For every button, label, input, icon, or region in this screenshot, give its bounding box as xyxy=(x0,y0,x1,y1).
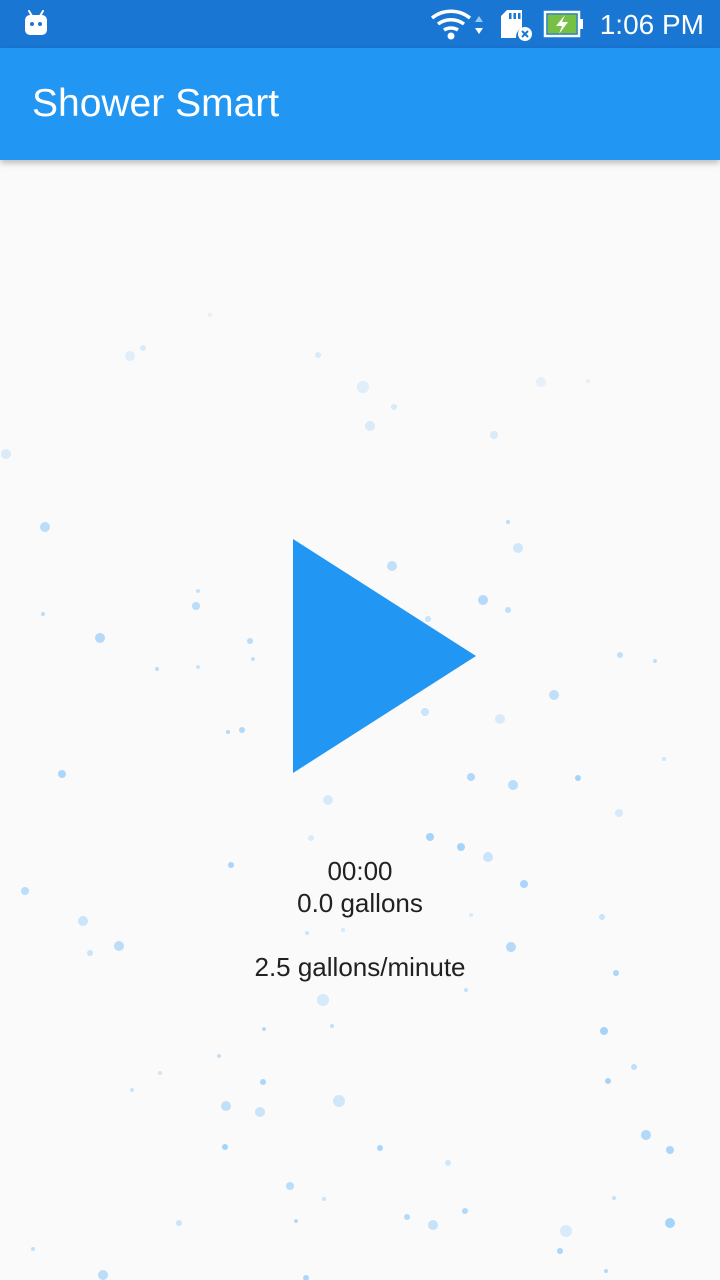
water-droplet xyxy=(155,667,159,671)
water-droplet xyxy=(495,714,505,724)
play-button[interactable] xyxy=(292,538,478,774)
water-droplet xyxy=(575,775,581,781)
water-droplet xyxy=(323,795,333,805)
water-droplet xyxy=(365,421,375,431)
water-droplet xyxy=(617,652,623,658)
water-droplet xyxy=(549,690,559,700)
water-droplet xyxy=(41,612,45,616)
play-icon[interactable] xyxy=(293,539,476,773)
water-droplet xyxy=(615,809,623,817)
water-droplet xyxy=(140,345,146,351)
water-droplet xyxy=(192,602,200,610)
water-droplet xyxy=(239,727,245,733)
water-droplet xyxy=(196,665,200,669)
water-droplet xyxy=(31,1247,35,1251)
water-droplet xyxy=(303,1275,309,1280)
battery-charging-icon xyxy=(543,10,583,38)
elapsed-time: 00:00 xyxy=(327,856,393,886)
app-title: Shower Smart xyxy=(32,82,280,125)
water-droplet xyxy=(1,449,11,459)
water-droplet xyxy=(513,543,523,553)
water-droplet xyxy=(457,843,465,851)
shower-smart-screen: 1:06 PM Shower Smart 00:00 0.0 gallons 2… xyxy=(0,0,720,1280)
shower-stats: 00:00 0.0 gallons 2.5 gallons/minute xyxy=(0,855,720,983)
water-droplet xyxy=(391,404,397,410)
water-droplet xyxy=(158,1071,162,1075)
water-droplet xyxy=(445,1160,451,1166)
water-droplet xyxy=(464,988,468,992)
water-droplet xyxy=(428,1220,438,1230)
water-droplet xyxy=(226,730,230,734)
sd-card-icon xyxy=(501,10,532,41)
water-droplet xyxy=(604,1269,608,1273)
water-droplet xyxy=(130,1088,134,1092)
water-droplet xyxy=(605,1078,611,1084)
water-droplet xyxy=(333,1095,345,1107)
water-droplet xyxy=(176,1220,182,1226)
water-droplet xyxy=(600,1027,608,1035)
water-droplet xyxy=(247,638,253,644)
water-droplet xyxy=(426,833,434,841)
water-droplet xyxy=(506,520,510,524)
water-droplet xyxy=(317,994,329,1006)
water-droplet xyxy=(653,659,657,663)
flow-rate: 2.5 gallons/minute xyxy=(254,952,466,982)
water-droplet xyxy=(98,1270,108,1280)
water-droplet xyxy=(40,522,50,532)
app-bar: Shower Smart xyxy=(0,48,720,160)
water-droplet xyxy=(217,1054,221,1058)
water-droplet xyxy=(294,1219,298,1223)
water-droplet xyxy=(560,1225,572,1237)
water-droplet xyxy=(478,595,488,605)
water-droplet xyxy=(95,633,105,643)
water-droplet xyxy=(490,431,498,439)
water-droplet xyxy=(221,1101,231,1111)
water-droplet xyxy=(260,1079,266,1085)
water-droplet xyxy=(255,1107,265,1117)
water-droplet xyxy=(196,589,200,593)
water-droplet xyxy=(208,313,212,317)
water-droplet xyxy=(322,1197,326,1201)
water-droplet xyxy=(557,1248,563,1254)
status-bar: 1:06 PM xyxy=(0,0,720,48)
water-droplet xyxy=(666,1146,674,1154)
water-droplet xyxy=(357,381,369,393)
water-droplet xyxy=(404,1214,410,1220)
water-droplet xyxy=(467,773,475,781)
water-droplet xyxy=(631,1064,637,1070)
water-droplet xyxy=(222,1144,228,1150)
water-droplet xyxy=(462,1208,468,1214)
gallons-used: 0.0 gallons xyxy=(297,888,423,918)
water-droplet xyxy=(662,757,666,761)
android-icon xyxy=(25,10,47,35)
water-droplet xyxy=(641,1130,651,1140)
water-droplet xyxy=(286,1182,294,1190)
water-droplet xyxy=(330,1024,334,1028)
water-droplet xyxy=(308,835,314,841)
water-droplet xyxy=(665,1218,675,1228)
water-droplet xyxy=(612,1196,616,1200)
water-droplet xyxy=(536,377,546,387)
water-droplet xyxy=(508,780,518,790)
wifi-icon xyxy=(430,9,483,40)
status-time: 1:06 PM xyxy=(599,9,704,40)
water-droplet xyxy=(251,657,255,661)
water-droplet xyxy=(58,770,66,778)
water-droplet xyxy=(315,352,321,358)
water-droplet xyxy=(586,379,590,383)
water-droplet xyxy=(125,351,135,361)
water-droplet xyxy=(262,1027,266,1031)
water-droplet xyxy=(377,1145,383,1151)
water-droplet xyxy=(505,607,511,613)
